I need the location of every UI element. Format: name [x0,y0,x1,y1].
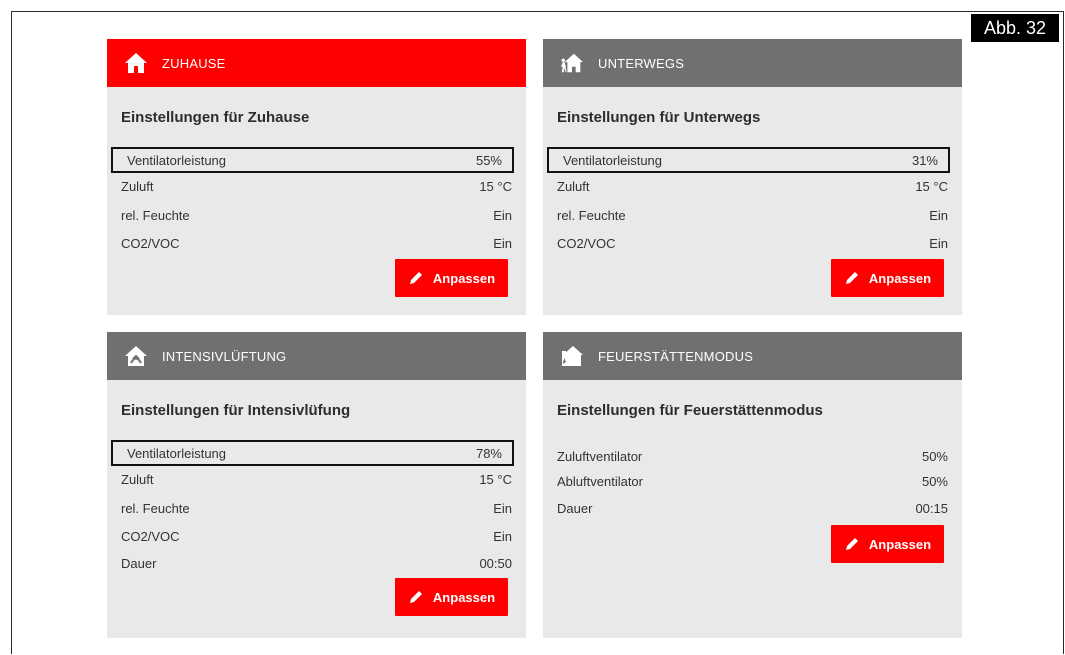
row-label: Zuluftventilator [557,448,643,464]
row-value: 15 °C [479,178,512,194]
pencil-icon [408,270,424,286]
row-value: 50% [921,448,948,464]
card-title: UNTERWEGS [598,55,685,71]
setting-row-zuluft: Zuluft 15 °C [121,173,512,199]
setting-row-co2voc: CO2/VOC Ein [121,523,512,549]
row-value: 00:15 [915,500,948,516]
setting-row-dauer: Dauer 00:50 [121,550,512,576]
edit-button-label: Anpassen [868,270,932,286]
row-value: 15 °C [479,471,512,487]
mode-card-zuhause: ZUHAUSE Einstellungen für Zuhause Ventil… [107,39,526,315]
edit-button-label: Anpassen [432,589,496,605]
setting-row-feuchte: rel. Feuchte Ein [121,202,512,228]
card-header-unterwegs[interactable]: UNTERWEGS [543,39,962,87]
row-value: 50% [921,473,948,489]
row-label: Ventilatorleistung [127,445,227,461]
setting-row-feuchte: rel. Feuchte Ein [121,495,512,521]
row-label: Zuluft [121,471,154,487]
card-header-feuerstaettenmodus[interactable]: FEUERSTÄTTENMODUS [543,332,962,380]
row-value: Ein [493,235,512,251]
setting-row-co2voc: CO2/VOC Ein [557,230,948,256]
mode-card-intensivlueftung: INTENSIVLÜFTUNG Einstellungen für Intens… [107,332,526,638]
pencil-icon [844,536,860,552]
intensive-ventilation-icon [124,345,148,367]
card-header-intensivlueftung[interactable]: INTENSIVLÜFTUNG [107,332,526,380]
setting-row-ventilatorleistung: Ventilatorleistung 55% [111,147,514,173]
row-label: rel. Feuchte [121,207,190,223]
row-label: CO2/VOC [557,235,616,251]
pencil-icon [408,589,424,605]
figure-label: Abb. 32 [971,14,1059,42]
row-label: Abluftventilator [557,473,643,489]
row-value: Ein [929,207,948,223]
row-value: Ein [493,528,512,544]
card-subtitle: Einstellungen für Zuhause [121,109,310,126]
row-value: Ein [493,207,512,223]
card-subtitle: Einstellungen für Intensivlüfung [121,402,351,419]
setting-row-dauer: Dauer 00:15 [557,495,948,521]
pencil-icon [844,270,860,286]
setting-row-zuluftventilator: Zuluftventilator 50% [557,443,948,469]
card-subtitle: Einstellungen für Unterwegs [557,109,761,126]
row-label: Ventilatorleistung [127,152,227,168]
edit-button-feuerstaettenmodus[interactable]: Anpassen [831,525,944,563]
row-label: Dauer [121,555,157,571]
edit-button-unterwegs[interactable]: Anpassen [831,259,944,297]
setting-row-zuluft: Zuluft 15 °C [557,173,948,199]
row-value: 15 °C [915,178,948,194]
row-value: 78% [475,445,502,461]
setting-row-ventilatorleistung: Ventilatorleistung 31% [547,147,950,173]
row-label: rel. Feuchte [557,207,626,223]
row-label: rel. Feuchte [121,500,190,516]
edit-button-zuhause[interactable]: Anpassen [395,259,508,297]
fireplace-icon [560,345,584,367]
row-label: Dauer [557,500,593,516]
setting-row-co2voc: CO2/VOC Ein [121,230,512,256]
row-value: Ein [493,500,512,516]
row-label: CO2/VOC [121,235,180,251]
row-label: Zuluft [121,178,154,194]
edit-button-intensivlueftung[interactable]: Anpassen [395,578,508,616]
row-value: 31% [911,152,938,168]
setting-row-ventilatorleistung: Ventilatorleistung 78% [111,440,514,466]
mode-card-feuerstaettenmodus: FEUERSTÄTTENMODUS Einstellungen für Feue… [543,332,962,638]
card-subtitle: Einstellungen für Feuerstättenmodus [557,402,823,419]
row-value: 55% [475,152,502,168]
away-home-icon [560,52,584,74]
mode-card-unterwegs: UNTERWEGS Einstellungen für Unterwegs Ve… [543,39,962,315]
card-title: FEUERSTÄTTENMODUS [598,348,754,364]
setting-row-abluftventilator: Abluftventilator 50% [557,468,948,494]
row-label: CO2/VOC [121,528,180,544]
card-header-zuhause[interactable]: ZUHAUSE [107,39,526,87]
edit-button-label: Anpassen [432,270,496,286]
row-label: Ventilatorleistung [563,152,663,168]
row-label: Zuluft [557,178,590,194]
home-icon [124,52,148,74]
setting-row-zuluft: Zuluft 15 °C [121,466,512,492]
row-value: Ein [929,235,948,251]
card-title: INTENSIVLÜFTUNG [162,348,287,364]
setting-row-feuchte: rel. Feuchte Ein [557,202,948,228]
edit-button-label: Anpassen [868,536,932,552]
row-value: 00:50 [479,555,512,571]
card-title: ZUHAUSE [162,55,226,71]
